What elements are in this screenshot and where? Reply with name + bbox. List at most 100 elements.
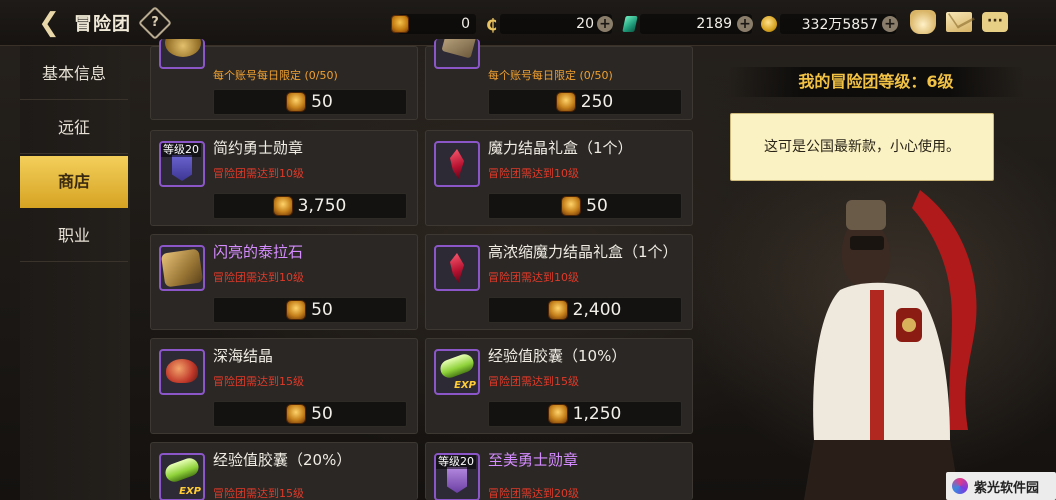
price-box[interactable]: 50 xyxy=(213,297,407,323)
shop-item-card[interactable]: EXP 经验值胶囊（20%） 冒险团需达到15级 xyxy=(150,442,418,500)
back-arrow-icon[interactable]: ❮ xyxy=(34,8,64,38)
item-name: 经验值胶囊（20%） xyxy=(213,451,352,469)
price-box[interactable]: 1,250 xyxy=(488,401,682,427)
c-coin-icon: ₵ xyxy=(486,14,498,34)
trophy-icon xyxy=(548,405,567,423)
currency-gem-value: 2189 xyxy=(696,16,732,32)
gold-coin-icon xyxy=(761,16,777,32)
currency-gold-value: 332万5857 xyxy=(801,17,878,33)
exp-label: EXP xyxy=(454,380,476,391)
plus-icon[interactable]: + xyxy=(597,16,613,32)
item-name: 高浓缩魔力结晶礼盒（1个） xyxy=(488,243,678,261)
sidebar-item-shop[interactable]: 商店 xyxy=(20,156,128,208)
shop-item-card[interactable]: 闪亮的泰拉石 冒险团需达到10级 50 xyxy=(150,234,418,330)
trophy-icon xyxy=(287,405,306,423)
price-box[interactable]: 50 xyxy=(213,401,407,427)
currency-gold-add[interactable]: + xyxy=(882,13,898,35)
sidebar-item-basic-info[interactable]: 基本信息 xyxy=(20,48,128,100)
item-requirement: 冒险团需达到10级 xyxy=(213,271,304,284)
level-tag: 等级20 xyxy=(436,455,476,469)
page-title: 冒险团 xyxy=(74,14,131,35)
plus-icon[interactable]: + xyxy=(737,16,753,32)
item-price: 3,750 xyxy=(297,196,347,216)
item-requirement: 冒险团需达到15级 xyxy=(213,487,304,500)
currency-gold xyxy=(761,13,777,35)
item-price: 250 xyxy=(580,92,614,112)
currency-trophy xyxy=(392,13,408,35)
item-limit: 每个账号每日限定 (0/50) xyxy=(488,69,613,82)
watermark-text: 紫光软件园 xyxy=(974,480,1040,496)
scroll-icon xyxy=(434,39,480,69)
item-name: 深海结晶 xyxy=(213,347,274,365)
exp-capsule-icon: EXP xyxy=(159,453,205,500)
item-requirement: 冒险团需达到10级 xyxy=(488,271,579,284)
item-requirement: 冒险团需达到20级 xyxy=(488,487,579,500)
sidebar-item-expedition[interactable]: 远征 xyxy=(20,102,128,154)
item-requirement: 冒险团需达到15级 xyxy=(213,375,304,388)
watermark-logo-icon xyxy=(952,478,968,494)
shop-item-card[interactable]: 等级20 至美勇士勋章 冒险团需达到20级 xyxy=(425,442,693,500)
item-name: 简约勇士勋章 xyxy=(213,139,304,157)
item-requirement: 冒险团需达到10级 xyxy=(488,167,579,180)
shop-item-card[interactable]: 深海结晶 冒险团需达到15级 50 xyxy=(150,338,418,434)
trophy-icon xyxy=(287,301,306,319)
gold-coins-icon xyxy=(159,39,205,69)
green-gem-icon xyxy=(622,16,638,32)
trophy-icon xyxy=(392,16,408,32)
warrior-badge-icon: 等级20 xyxy=(434,453,480,500)
bag-icon[interactable] xyxy=(910,10,936,34)
trophy-icon xyxy=(287,93,306,111)
deep-sea-crystal-icon xyxy=(159,349,205,395)
red-crystal-icon xyxy=(434,141,480,187)
item-requirement: 冒险团需达到10级 xyxy=(213,167,304,180)
npc-speech-bubble: 这可是公国最新款，小心使用。 xyxy=(730,113,994,181)
currency-c-coin: ₵ xyxy=(486,13,497,35)
currency-gem-add[interactable]: + xyxy=(737,13,753,35)
currency-c-box xyxy=(500,14,612,34)
item-name: 闪亮的泰拉石 xyxy=(213,243,304,261)
adventure-level-banner: 我的冒险团等级：6级 xyxy=(728,67,1024,97)
shop-item-card[interactable]: 等级20 简约勇士勋章 冒险团需达到10级 3,750 xyxy=(150,130,418,226)
currency-trophy-value: 0 xyxy=(461,16,470,32)
sidebar: 基本信息 远征 商店 职业 xyxy=(20,46,130,500)
exp-label: EXP xyxy=(179,486,201,497)
currency-gem xyxy=(622,13,638,35)
price-box[interactable]: 250 xyxy=(488,89,682,115)
help-icon[interactable]: ? xyxy=(138,6,172,40)
chat-icon[interactable] xyxy=(982,12,1008,32)
item-requirement: 冒险团需达到15级 xyxy=(488,375,579,388)
price-box[interactable]: 3,750 xyxy=(213,193,407,219)
top-bar: ❮ 冒险团 ? 0 ₵ 20 + 2189 + 332万5857 + xyxy=(0,0,1056,46)
exp-capsule-icon: EXP xyxy=(434,349,480,395)
item-name: 经验值胶囊（10%） xyxy=(488,347,627,365)
item-price: 50 xyxy=(311,92,333,112)
price-box[interactable]: 50 xyxy=(213,89,407,115)
sidebar-item-job[interactable]: 职业 xyxy=(20,210,128,262)
price-box[interactable]: 50 xyxy=(488,193,682,219)
item-limit: 每个账号每日限定 (0/50) xyxy=(213,69,338,82)
item-price: 50 xyxy=(586,196,608,216)
red-crystal-icon xyxy=(434,245,480,291)
price-box[interactable]: 2,400 xyxy=(488,297,682,323)
shop-item-card[interactable]: 每个账号每日限定 (0/50) 50 xyxy=(150,39,418,120)
npc-character-icon xyxy=(804,190,977,500)
item-price: 50 xyxy=(311,404,333,424)
trophy-icon xyxy=(562,197,581,215)
level-tag: 等级20 xyxy=(161,143,201,157)
item-price: 1,250 xyxy=(572,404,622,424)
shop-item-card[interactable]: 高浓缩魔力结晶礼盒（1个） 冒险团需达到10级 2,400 xyxy=(425,234,693,330)
currency-c-value: 20 xyxy=(576,16,594,32)
shop-item-card[interactable]: 每个账号每日限定 (0/50) 250 xyxy=(425,39,693,120)
item-price: 2,400 xyxy=(572,300,622,320)
trophy-icon xyxy=(273,197,292,215)
watermark: 紫光软件园 xyxy=(946,472,1056,500)
plus-icon[interactable]: + xyxy=(882,16,898,32)
item-name: 至美勇士勋章 xyxy=(488,451,579,469)
shop-item-card[interactable]: EXP 经验值胶囊（10%） 冒险团需达到15级 1,250 xyxy=(425,338,693,434)
item-price: 50 xyxy=(311,300,333,320)
shop-item-card[interactable]: 魔力结晶礼盒（1个） 冒险团需达到10级 50 xyxy=(425,130,693,226)
terra-stone-icon xyxy=(159,245,205,291)
mail-icon[interactable] xyxy=(946,12,972,32)
item-name: 魔力结晶礼盒（1个） xyxy=(488,139,633,157)
currency-c-add[interactable]: + xyxy=(597,13,613,35)
